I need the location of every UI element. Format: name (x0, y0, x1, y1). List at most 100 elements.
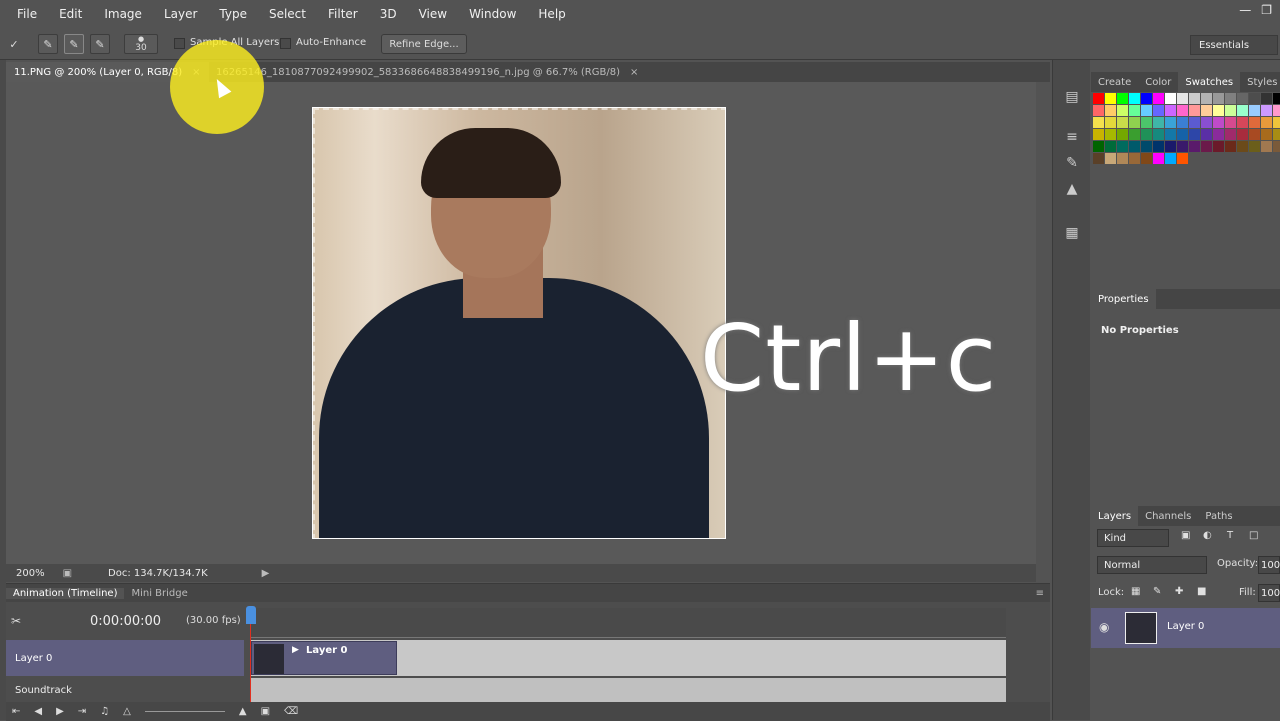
swatch[interactable] (1261, 141, 1272, 152)
swatch[interactable] (1141, 117, 1152, 128)
menu-3d[interactable]: 3D (369, 7, 408, 21)
tab-color[interactable]: Color (1138, 72, 1178, 92)
tab-animation-timeline[interactable]: Animation (Timeline) (6, 587, 125, 599)
tab-properties[interactable]: Properties (1091, 289, 1156, 309)
tab-channels[interactable]: Channels (1138, 506, 1198, 526)
swatch[interactable] (1213, 117, 1224, 128)
swatch[interactable] (1261, 117, 1272, 128)
swatch[interactable] (1273, 105, 1280, 116)
swatch[interactable] (1105, 105, 1116, 116)
blend-mode-select[interactable]: Normal (1097, 556, 1207, 574)
close-icon[interactable]: × (630, 67, 638, 78)
swatch[interactable] (1177, 93, 1188, 104)
filter-type-icon[interactable]: T (1227, 530, 1233, 541)
swatch[interactable] (1117, 141, 1128, 152)
layer-name[interactable]: Layer 0 (1167, 621, 1204, 632)
swatch[interactable] (1237, 129, 1248, 140)
swatch[interactable] (1105, 117, 1116, 128)
swatch[interactable] (1141, 141, 1152, 152)
swatch[interactable] (1165, 105, 1176, 116)
prev-frame-icon[interactable]: ◀ (34, 706, 42, 717)
refine-edge-button[interactable]: Refine Edge... (381, 34, 467, 54)
doc-tab-inactive[interactable]: 16265146_1810877092499902_58336866488384… (208, 62, 646, 82)
tab-create[interactable]: Create (1091, 72, 1138, 92)
swatch[interactable] (1261, 129, 1272, 140)
swatch[interactable] (1261, 105, 1272, 116)
swatch[interactable] (1273, 129, 1280, 140)
swatch[interactable] (1105, 141, 1116, 152)
workspace-switcher[interactable]: Essentials (1190, 35, 1278, 55)
panel-menu-icon[interactable]: ≡ (1036, 588, 1044, 599)
play-icon[interactable]: ▶ (56, 706, 64, 717)
zoom-in-icon[interactable]: ▲ (239, 706, 247, 717)
swatch[interactable] (1177, 153, 1188, 164)
zoom-slider[interactable] (144, 711, 225, 712)
swatch[interactable] (1153, 117, 1164, 128)
opacity-field[interactable]: 100 (1258, 556, 1280, 574)
swatch[interactable] (1153, 141, 1164, 152)
swatch[interactable] (1117, 93, 1128, 104)
swatch[interactable] (1249, 141, 1260, 152)
tab-layers[interactable]: Layers (1091, 506, 1139, 526)
swatch[interactable] (1153, 153, 1164, 164)
status-menu-arrow-icon[interactable]: ▶ (262, 568, 270, 579)
swatch[interactable] (1237, 93, 1248, 104)
swatch[interactable] (1105, 153, 1116, 164)
swatch[interactable] (1141, 105, 1152, 116)
swatch[interactable] (1093, 141, 1104, 152)
swatch[interactable] (1237, 117, 1248, 128)
zoom-level[interactable]: 200% (16, 568, 45, 579)
swatch[interactable] (1225, 117, 1236, 128)
swatch[interactable] (1273, 117, 1280, 128)
document-image[interactable] (312, 107, 726, 539)
render-icon[interactable]: ▣ (261, 706, 270, 717)
3d-cube-icon[interactable]: ▦ (1063, 224, 1081, 242)
lock-image-icon[interactable]: ✎ (1153, 586, 1161, 597)
swatch[interactable] (1225, 129, 1236, 140)
swatch[interactable] (1189, 105, 1200, 116)
swatch[interactable] (1129, 153, 1140, 164)
swatch[interactable] (1249, 129, 1260, 140)
swatch[interactable] (1129, 129, 1140, 140)
swatch[interactable] (1165, 93, 1176, 104)
swatch[interactable] (1213, 129, 1224, 140)
clone-source-icon[interactable]: ▲ (1063, 180, 1081, 198)
swatch[interactable] (1237, 105, 1248, 116)
swatch[interactable] (1153, 105, 1164, 116)
fill-field[interactable]: 100 (1258, 584, 1280, 602)
timeline-layer-row[interactable]: Layer 0 (6, 640, 244, 676)
swatch[interactable] (1225, 141, 1236, 152)
adjustments-icon[interactable]: ≡ (1063, 128, 1081, 146)
tab-swatches[interactable]: Swatches (1178, 72, 1241, 92)
swatch[interactable] (1189, 117, 1200, 128)
swatch[interactable] (1201, 129, 1212, 140)
swatch[interactable] (1201, 141, 1212, 152)
playhead-handle[interactable] (246, 606, 256, 624)
quick-select-subtract-icon[interactable]: ✎ (90, 34, 110, 54)
menu-edit[interactable]: Edit (48, 7, 93, 21)
swatch[interactable] (1237, 141, 1248, 152)
swatch[interactable] (1165, 153, 1176, 164)
swatch[interactable] (1177, 117, 1188, 128)
swatch[interactable] (1165, 117, 1176, 128)
filter-pixel-icon[interactable]: ▣ (1181, 530, 1190, 541)
swatch[interactable] (1249, 105, 1260, 116)
swatch[interactable] (1093, 93, 1104, 104)
swatch[interactable] (1141, 153, 1152, 164)
swatch[interactable] (1093, 105, 1104, 116)
swatch[interactable] (1201, 93, 1212, 104)
lock-all-icon[interactable]: ■ (1197, 586, 1206, 597)
next-frame-icon[interactable]: ⇥ (78, 706, 86, 717)
layer-kind-filter[interactable]: Kind (1097, 529, 1169, 547)
layer-clip[interactable]: ▶ Layer 0 (251, 641, 397, 675)
filter-adjust-icon[interactable]: ◐ (1203, 530, 1212, 541)
swatch[interactable] (1093, 129, 1104, 140)
swatch[interactable] (1261, 93, 1272, 104)
status-info-icon[interactable]: ▣ (63, 568, 72, 579)
scissors-icon[interactable]: ✂ (11, 614, 21, 628)
swatch[interactable] (1177, 141, 1188, 152)
swatch[interactable] (1213, 141, 1224, 152)
swatch[interactable] (1177, 105, 1188, 116)
minimize-icon[interactable]: — (1239, 3, 1251, 17)
tab-paths[interactable]: Paths (1198, 506, 1239, 526)
